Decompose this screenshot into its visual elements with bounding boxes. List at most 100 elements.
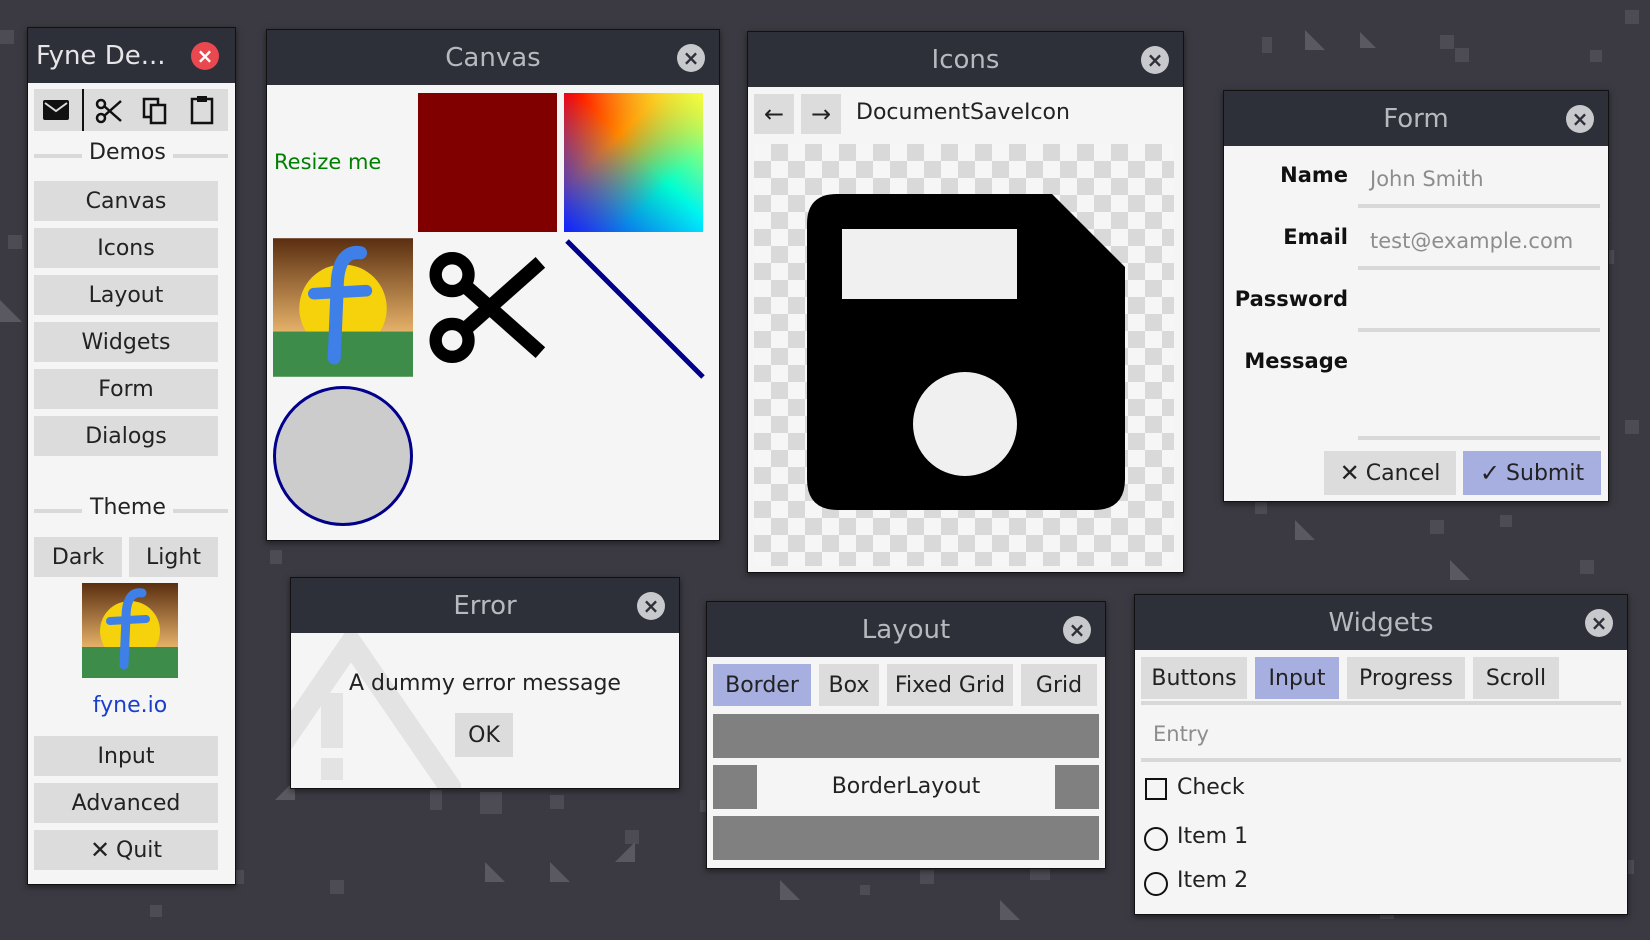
- entry-placeholder: Entry: [1153, 722, 1209, 746]
- demos-separator-left: [34, 154, 82, 158]
- tab-scroll[interactable]: Scroll: [1473, 657, 1559, 699]
- mail-icon[interactable]: [42, 99, 70, 121]
- border-right-region: [1055, 765, 1099, 809]
- close-icon: ×: [1068, 618, 1086, 642]
- widgets-window: Widgets × Buttons Input Progress Scroll …: [1134, 594, 1628, 915]
- check-box[interactable]: [1145, 778, 1167, 800]
- paste-icon[interactable]: [190, 95, 214, 125]
- name-field-underline: [1358, 204, 1600, 208]
- window-title: Canvas: [445, 42, 541, 73]
- document-save-icon: [807, 194, 1125, 510]
- advanced-button[interactable]: Advanced: [34, 783, 218, 823]
- error-window: Error × A dummy error message OK: [290, 577, 680, 789]
- tab-progress[interactable]: Progress: [1347, 657, 1465, 699]
- layout-titlebar[interactable]: Layout: [707, 602, 1105, 657]
- close-button[interactable]: ×: [677, 44, 705, 72]
- icons-titlebar[interactable]: Icons: [748, 32, 1183, 87]
- entry-underline: [1141, 758, 1621, 762]
- message-label: Message: [1244, 349, 1348, 373]
- layout-button[interactable]: Layout: [34, 275, 218, 315]
- radio-item-2-label[interactable]: Item 2: [1177, 868, 1248, 893]
- input-button[interactable]: Input: [34, 736, 218, 776]
- close-icon: ×: [1590, 611, 1608, 635]
- widgets-titlebar[interactable]: Widgets: [1135, 595, 1627, 650]
- close-button[interactable]: ×: [1063, 616, 1091, 644]
- fyne-link[interactable]: fyne.io: [28, 693, 232, 718]
- quit-label: Quit: [116, 837, 163, 863]
- demos-separator-right: [173, 154, 228, 158]
- tab-border[interactable]: Border: [713, 664, 811, 706]
- tab-bar-underline: [1141, 701, 1621, 705]
- window-title: Widgets: [1328, 607, 1434, 638]
- toolbar-separator: [82, 89, 84, 131]
- cut-icon[interactable]: [95, 97, 123, 125]
- name-field[interactable]: John Smith: [1358, 155, 1600, 203]
- window-title: Fyne De...: [36, 40, 166, 71]
- radio-item-1[interactable]: [1144, 827, 1168, 851]
- toolbar: [34, 89, 228, 131]
- icon-preview: [754, 144, 1174, 566]
- theme-separator-left: [34, 509, 82, 513]
- close-button[interactable]: ×: [1585, 609, 1613, 637]
- window-title: Layout: [861, 614, 951, 645]
- form-titlebar[interactable]: Form: [1224, 91, 1608, 146]
- tab-input[interactable]: Input: [1255, 657, 1339, 699]
- form-button[interactable]: Form: [34, 369, 218, 409]
- theme-separator-right: [173, 509, 228, 513]
- widgets-button[interactable]: Widgets: [34, 322, 218, 362]
- email-placeholder: test@example.com: [1370, 229, 1574, 253]
- close-button[interactable]: ×: [1141, 46, 1169, 74]
- gradient-rectangle: [564, 93, 703, 232]
- close-icon: ×: [642, 594, 660, 618]
- border-center-label: BorderLayout: [831, 774, 981, 799]
- dark-theme-button[interactable]: Dark: [34, 537, 122, 577]
- close-button[interactable]: ×: [1566, 105, 1594, 133]
- tab-box[interactable]: Box: [819, 664, 879, 706]
- demos-heading: Demos: [89, 140, 166, 165]
- close-button[interactable]: ×: [637, 592, 665, 620]
- cancel-label: Cancel: [1365, 460, 1441, 486]
- close-icon: ✕: [89, 836, 111, 864]
- message-field-underline: [1358, 436, 1600, 440]
- canvas-window: Canvas × Resize me: [266, 29, 720, 541]
- close-icon: ×: [1146, 48, 1164, 72]
- tab-fixed-grid[interactable]: Fixed Grid: [887, 664, 1013, 706]
- arrow-left-icon: ←: [763, 100, 785, 128]
- main-window: Fyne De... × Demos Canvas Icons Layout W…: [27, 27, 236, 885]
- entry-field[interactable]: Entry: [1141, 711, 1621, 759]
- light-theme-button[interactable]: Light: [129, 537, 218, 577]
- submit-label: Submit: [1506, 460, 1585, 486]
- radio-item-1-label[interactable]: Item 1: [1177, 824, 1248, 849]
- radio-item-2[interactable]: [1144, 872, 1168, 896]
- cancel-button[interactable]: ✕ Cancel: [1324, 451, 1456, 495]
- email-label: Email: [1283, 225, 1348, 249]
- submit-button[interactable]: ✓ Submit: [1463, 451, 1601, 495]
- cut-icon: [429, 252, 546, 363]
- next-icon-button[interactable]: →: [801, 94, 841, 134]
- previous-icon-button[interactable]: ←: [754, 94, 794, 134]
- message-field[interactable]: [1358, 341, 1600, 435]
- password-field[interactable]: [1358, 279, 1600, 327]
- tab-buttons[interactable]: Buttons: [1141, 657, 1247, 699]
- email-field-underline: [1358, 266, 1600, 270]
- check-label[interactable]: Check: [1177, 775, 1245, 800]
- tab-grid[interactable]: Grid: [1021, 664, 1097, 706]
- fyne-logo: [82, 583, 178, 678]
- window-title: Form: [1383, 103, 1449, 134]
- resize-text: Resize me: [274, 150, 382, 174]
- canvas-button[interactable]: Canvas: [34, 181, 218, 221]
- close-icon: ×: [1571, 107, 1589, 131]
- ok-button[interactable]: OK: [455, 713, 513, 757]
- icons-window: Icons × ← → DocumentSaveIcon: [747, 31, 1184, 573]
- password-field-underline: [1358, 328, 1600, 332]
- close-button[interactable]: ×: [191, 42, 219, 70]
- quit-button[interactable]: ✕ Quit: [34, 830, 218, 870]
- navy-line: [565, 239, 705, 379]
- copy-icon[interactable]: [142, 97, 168, 125]
- icons-button[interactable]: Icons: [34, 228, 218, 268]
- checkmark-icon: ✓: [1479, 459, 1501, 487]
- dialogs-button[interactable]: Dialogs: [34, 416, 218, 456]
- canvas-titlebar[interactable]: Canvas: [267, 30, 719, 85]
- email-field[interactable]: test@example.com: [1358, 217, 1600, 265]
- error-titlebar[interactable]: Error: [291, 578, 679, 633]
